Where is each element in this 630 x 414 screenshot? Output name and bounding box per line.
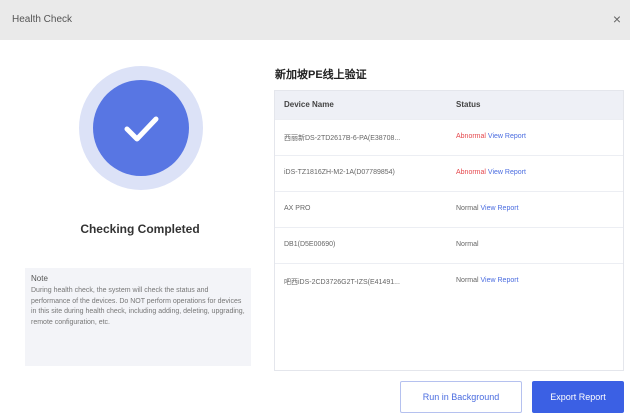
status-cell: Normal View Report xyxy=(456,205,519,212)
export-report-button[interactable]: Export Report xyxy=(532,381,624,413)
view-report-link[interactable]: View Report xyxy=(481,277,519,284)
table-body: 西丽新DS-2TD2617B-6-PA(E38708... Abnormal Vi… xyxy=(275,119,623,299)
view-report-link[interactable]: View Report xyxy=(481,205,519,212)
status-badge: Normal xyxy=(456,277,479,284)
dialog-title: Health Check xyxy=(12,14,73,25)
checking-status-label: Checking Completed xyxy=(80,222,200,236)
dialog-titlebar: Health Check × xyxy=(0,0,630,40)
check-icon xyxy=(124,116,159,142)
device-name: DB1(D5E00690) xyxy=(284,241,336,248)
status-cell: Normal View Report xyxy=(456,277,519,284)
run-in-background-button[interactable]: Run in Background xyxy=(400,381,522,413)
device-name: iDS-TZ1816ZH-M2-1A(D07789854) xyxy=(284,169,395,176)
note-title: Note xyxy=(31,274,48,283)
table-row: AX PRO Normal View Report xyxy=(275,191,623,227)
status-badge: Normal xyxy=(456,241,479,248)
close-icon[interactable]: × xyxy=(608,9,626,29)
column-header-status: Status xyxy=(456,100,481,109)
status-ring xyxy=(79,66,203,190)
view-report-link[interactable]: View Report xyxy=(488,169,526,176)
status-badge: Abnormal xyxy=(456,133,486,140)
table-row: 吧西iDS-2CD3726G2T-IZS(E41491... Normal Vie… xyxy=(275,263,623,299)
device-name: AX PRO xyxy=(284,205,311,212)
device-name: 吧西iDS-2CD3726G2T-IZS(E41491... xyxy=(284,279,400,286)
device-name: 西丽新DS-2TD2617B-6-PA(E38708... xyxy=(284,135,401,142)
device-table: Device Name Status 西丽新DS-2TD2617B-6-PA(E… xyxy=(274,90,624,371)
view-report-link[interactable]: View Report xyxy=(488,133,526,140)
table-row: 西丽新DS-2TD2617B-6-PA(E38708... Abnormal Vi… xyxy=(275,119,623,155)
table-row: DB1(D5E00690) Normal xyxy=(275,227,623,263)
note-box: Note During health check, the system wil… xyxy=(25,268,251,366)
table-header: Device Name Status xyxy=(275,91,623,119)
site-heading: 新加坡PE线上验证 xyxy=(275,69,367,81)
status-cell: Abnormal View Report xyxy=(456,133,526,140)
note-text: During health check, the system will che… xyxy=(31,287,245,326)
status-badge: Normal xyxy=(456,205,479,212)
table-row: iDS-TZ1816ZH-M2-1A(D07789854) Abnormal Vi… xyxy=(275,155,623,191)
status-cell: Abnormal View Report xyxy=(456,169,526,176)
column-header-device: Device Name xyxy=(284,100,334,109)
status-cell: Normal xyxy=(456,241,479,248)
status-badge: Abnormal xyxy=(456,169,486,176)
